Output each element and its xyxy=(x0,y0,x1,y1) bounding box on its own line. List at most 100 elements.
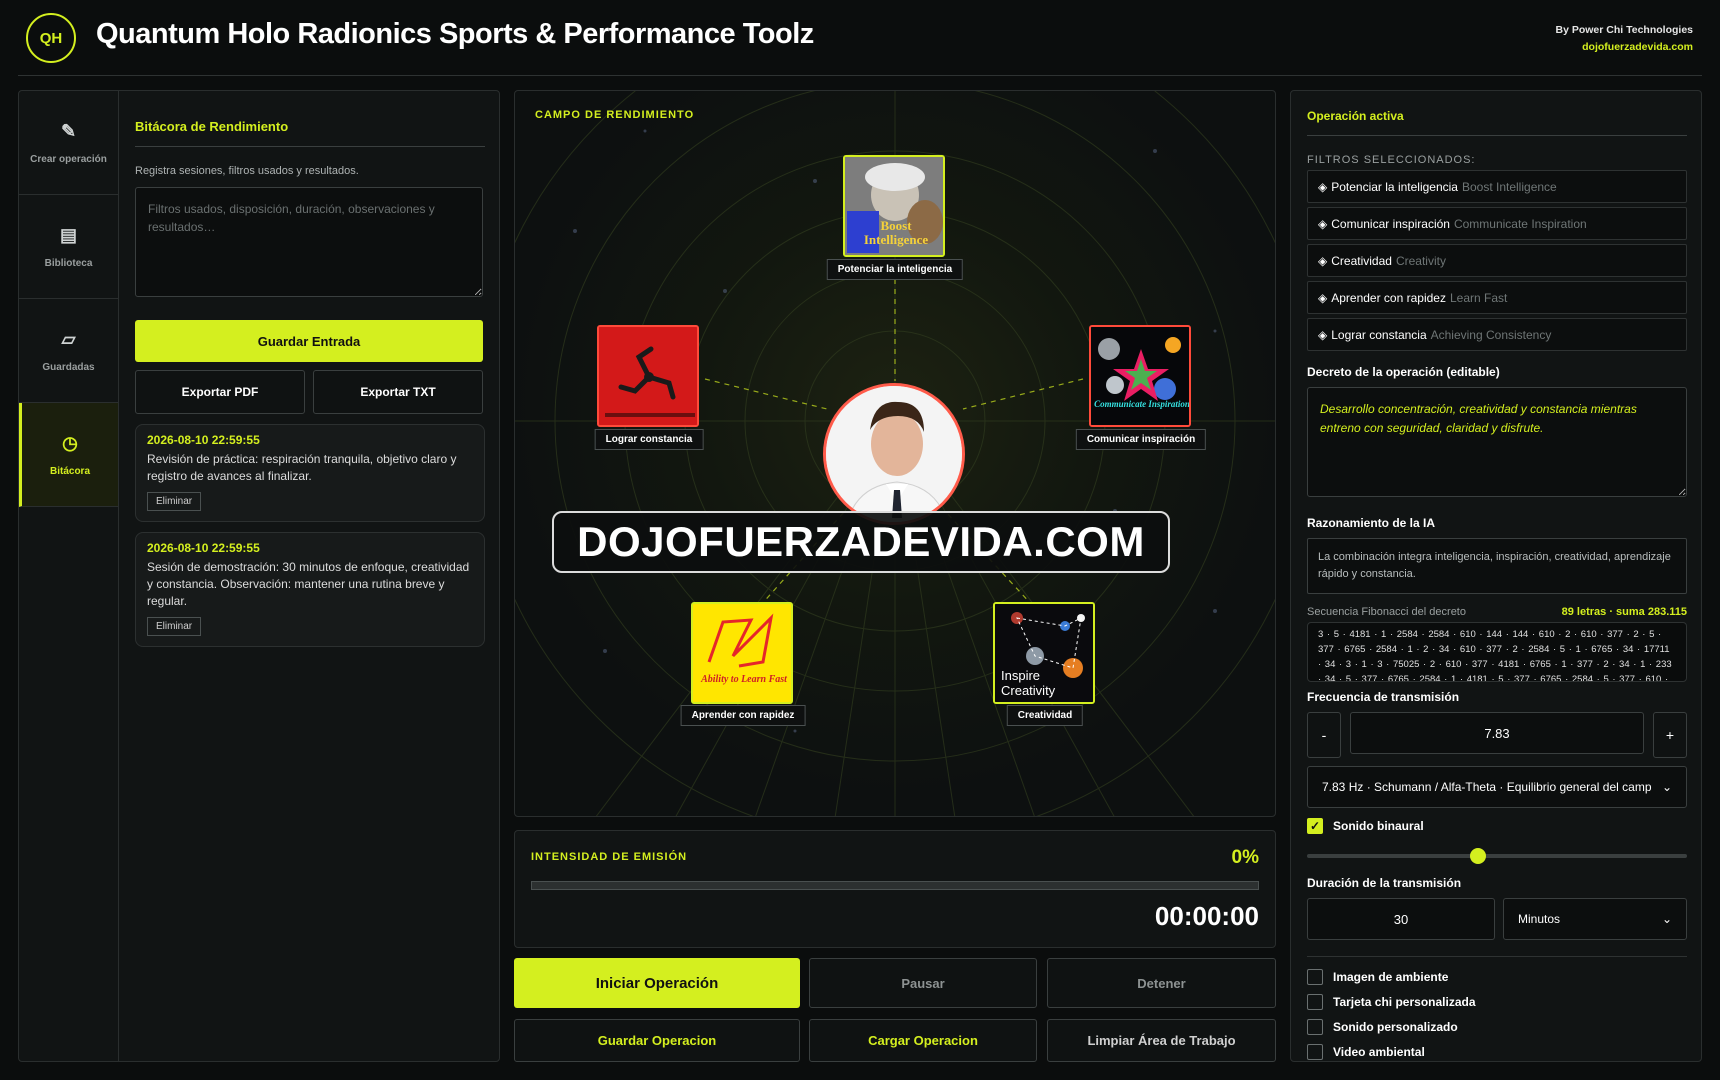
site-link[interactable]: dojofuerzadevida.com xyxy=(1556,39,1693,56)
frequency-label: Frecuencia de transmisión xyxy=(1307,690,1460,704)
performance-field: CAMPO DE RENDIMIENTO Boost Intelligence … xyxy=(514,90,1276,817)
chevron-down-icon: ⌄ xyxy=(1661,780,1672,794)
diamond-icon: ◈ xyxy=(1318,290,1328,305)
frequency-decrease-button[interactable]: - xyxy=(1307,712,1341,758)
log-entry: 2026-08-10 22:59:55 Revisión de práctica… xyxy=(135,424,485,522)
nav-item-biblioteca[interactable]: ▤ Biblioteca xyxy=(19,195,118,299)
option-checkbox[interactable] xyxy=(1307,994,1323,1010)
filter-item[interactable]: ◈ Lograr constancia Achieving Consistency xyxy=(1307,318,1687,351)
frequency-stepper: - + xyxy=(1307,712,1687,758)
filters-label: FILTROS SELECCIONADOS: xyxy=(1307,154,1476,166)
binaural-label: Sonido binaural xyxy=(1333,819,1424,833)
consistency-art xyxy=(599,327,697,425)
card-boost-intelligence[interactable]: Boost Intelligence xyxy=(843,155,945,257)
card-art-text: Boost Intelligence xyxy=(863,218,929,247)
export-txt-button[interactable]: Exportar TXT xyxy=(313,370,483,414)
delete-entry-button[interactable]: Eliminar xyxy=(147,617,202,636)
header-divider xyxy=(18,75,1702,76)
option-checkbox[interactable] xyxy=(1307,1044,1323,1060)
card-art-text: Communicate Inspiration xyxy=(1094,399,1190,409)
card-label: Potenciar la inteligencia xyxy=(826,259,964,280)
nav-item-bitacora[interactable]: ◷ Bitácora xyxy=(19,403,118,507)
intensity-panel: INTENSIDAD DE EMISIÓN 0% 00:00:00 xyxy=(514,830,1276,948)
nav-item-crear-operacion[interactable]: ✎ Crear operación xyxy=(19,91,118,195)
byline: By Power Chi Technologies dojofuerzadevi… xyxy=(1556,22,1694,56)
option-label: Tarjeta chi personalizada xyxy=(1333,995,1476,1009)
card-label: Comunicar inspiración xyxy=(1075,429,1207,450)
card-consistency[interactable] xyxy=(597,325,699,427)
card-learn-fast[interactable]: Ability to Learn Fast xyxy=(691,602,793,704)
filter-item[interactable]: ◈ Comunicar inspiración Communicate Inspir… xyxy=(1307,207,1687,240)
card-creativity[interactable]: Inspire Creativity xyxy=(993,602,1095,704)
filter-item[interactable]: ◈ Aprender con rapidez Learn Fast xyxy=(1307,281,1687,314)
card-art-text: Ability to Learn Fast xyxy=(701,674,787,685)
portrait-image xyxy=(826,386,962,522)
entry-text: Revisión de práctica: respiración tranqu… xyxy=(147,452,457,483)
card-label: Aprender con rapidez xyxy=(680,705,806,726)
duration-label: Duración de la transmisión xyxy=(1307,876,1462,890)
app-logo: QH xyxy=(26,13,76,63)
filter-en: Learn Fast xyxy=(1449,290,1508,305)
clock-icon: ◷ xyxy=(62,432,78,453)
communicate-inspiration-art xyxy=(1091,327,1189,425)
option-checkbox[interactable] xyxy=(1307,969,1323,985)
fibonacci-sequence[interactable]: 3 · 5 · 4181 · 1 · 2584 · 2584 · 610 · 1… xyxy=(1307,622,1687,682)
option-imagen-ambiente[interactable]: Imagen de ambiente xyxy=(1307,969,1687,985)
clear-workspace-button[interactable]: Limpiar Área de Trabajo xyxy=(1047,1019,1276,1062)
save-operation-button[interactable]: Guardar Operacion xyxy=(514,1019,800,1062)
frequency-preset-select[interactable]: 7.83 Hz · Schumann / Alfa-Theta · Equili… xyxy=(1307,766,1687,808)
filter-en: Creativity xyxy=(1395,253,1446,268)
duration-unit-value: Minutos xyxy=(1518,912,1561,926)
filter-es: Aprender con rapidez xyxy=(1331,290,1446,305)
bitacora-notes-input[interactable] xyxy=(135,187,483,297)
fibonacci-header: Secuencia Fibonacci del decreto 89 letra… xyxy=(1307,606,1687,618)
binaural-volume-slider[interactable] xyxy=(1307,848,1687,864)
nav-label: Guardadas xyxy=(42,361,95,373)
pause-button[interactable]: Pausar xyxy=(809,958,1037,1008)
option-label: Imagen de ambiente xyxy=(1333,970,1449,984)
option-checkbox[interactable] xyxy=(1307,1019,1323,1035)
diamond-icon: ◈ xyxy=(1318,179,1328,194)
chevron-down-icon: ⌄ xyxy=(1661,912,1672,926)
diamond-icon: ◈ xyxy=(1318,327,1328,342)
slider-handle[interactable] xyxy=(1470,848,1486,864)
duration-unit-select[interactable]: Minutos ⌄ xyxy=(1503,898,1687,940)
nav-item-guardadas[interactable]: ▱ Guardadas xyxy=(19,299,118,403)
bitacora-section: Bitácora de Rendimiento Registra sesione… xyxy=(135,91,485,647)
option-tarjeta-chi[interactable]: Tarjeta chi personalizada xyxy=(1307,994,1687,1010)
duration-row: Minutos ⌄ xyxy=(1307,898,1687,940)
save-entry-button[interactable]: Guardar Entrada xyxy=(135,320,483,362)
filter-es: Comunicar inspiración xyxy=(1331,216,1450,231)
duration-input[interactable] xyxy=(1307,898,1495,940)
byline-company: By Power Chi Technologies xyxy=(1555,24,1694,36)
delete-entry-button[interactable]: Eliminar xyxy=(147,492,202,511)
decree-label: Decreto de la operación (editable) xyxy=(1307,365,1500,379)
card-label: Creatividad xyxy=(1006,705,1084,726)
start-operation-button[interactable]: Iniciar Operación xyxy=(514,958,800,1008)
filter-item[interactable]: ◈ Potenciar la inteligencia Boost Intellig… xyxy=(1307,170,1687,203)
active-operation-panel: Operación activa FILTROS SELECCIONADOS: … xyxy=(1290,90,1702,1062)
left-panel: ✎ Crear operación ▤ Biblioteca ▱ Guardad… xyxy=(18,90,500,1062)
library-icon: ▤ xyxy=(59,224,77,245)
frequency-increase-button[interactable]: + xyxy=(1653,712,1687,758)
saved-icon: ▱ xyxy=(61,328,76,349)
filter-item[interactable]: ◈ Creatividad Creativity xyxy=(1307,244,1687,277)
export-pdf-button[interactable]: Exportar PDF xyxy=(135,370,305,414)
stop-button[interactable]: Detener xyxy=(1047,958,1276,1008)
diamond-icon: ◈ xyxy=(1318,253,1328,268)
nav-label: Biblioteca xyxy=(44,257,93,269)
binaural-checkbox[interactable]: ✓ xyxy=(1307,818,1323,834)
load-operation-button[interactable]: Cargar Operacion xyxy=(809,1019,1037,1062)
binaural-toggle[interactable]: ✓ Sonido binaural xyxy=(1307,818,1687,834)
card-art-text: Inspire Creativity xyxy=(1001,668,1056,698)
intensity-percent: 0% xyxy=(1231,847,1259,868)
entry-timestamp: 2026-08-10 22:59:55 xyxy=(147,541,260,555)
active-operation-content: Operación activa FILTROS SELECCIONADOS: … xyxy=(1307,91,1687,1060)
option-sonido-personalizado[interactable]: Sonido personalizado xyxy=(1307,1019,1687,1035)
nav-rail: ✎ Crear operación ▤ Biblioteca ▱ Guardad… xyxy=(19,91,119,1061)
option-video-ambiental[interactable]: Video ambiental xyxy=(1307,1044,1687,1060)
card-communicate-inspiration[interactable]: Communicate Inspiration xyxy=(1089,325,1191,427)
fibonacci-stats: 89 letras · suma 283.115 xyxy=(1561,606,1687,618)
frequency-input[interactable] xyxy=(1350,712,1644,754)
decree-input[interactable]: Desarrollo concentración, creatividad y … xyxy=(1307,387,1687,497)
